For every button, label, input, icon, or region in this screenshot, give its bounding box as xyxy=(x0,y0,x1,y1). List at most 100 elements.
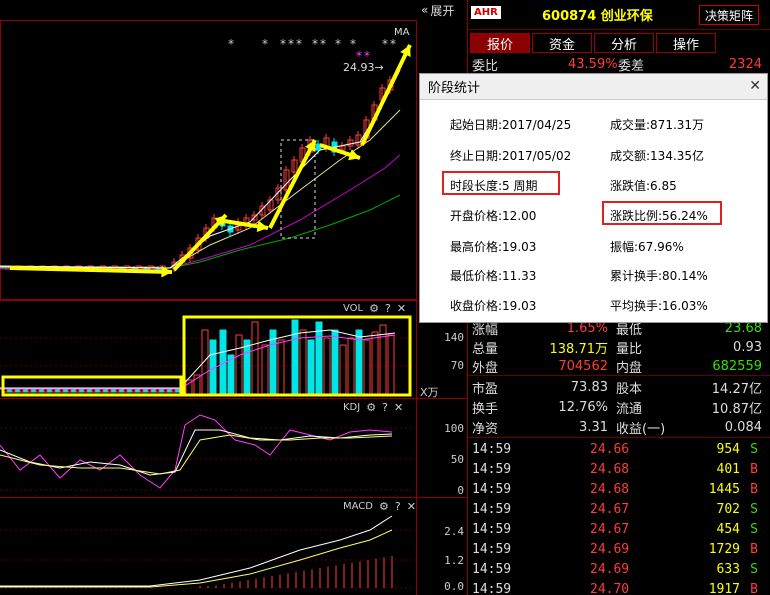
change-value: 涨跌值:6.85 xyxy=(610,179,677,193)
expand-label: 展开 xyxy=(430,3,455,18)
expand-toggle[interactable]: « 展开 xyxy=(421,1,467,19)
volume-bar xyxy=(251,321,259,395)
divider xyxy=(468,437,770,438)
trade-side: S xyxy=(750,442,758,457)
dialog-title: 阶段统计 xyxy=(420,74,767,100)
ma-line xyxy=(0,154,401,271)
highlight-box-period xyxy=(442,171,560,195)
quote-tabs: 报价 资金 分析 操作 xyxy=(470,33,716,53)
average-turnover-rate: 平均换手:16.03% xyxy=(610,299,708,313)
trade-time: 14:59 xyxy=(472,502,512,517)
signal-star: * xyxy=(288,37,294,51)
volume-bar xyxy=(235,334,243,395)
stat-row: 市盈 73.83 股本 14.27亿 xyxy=(470,377,768,397)
signal-star: * xyxy=(228,37,234,51)
stat-value: 0.93 xyxy=(733,339,762,355)
stat-label: 换手 xyxy=(472,401,499,417)
volume-bar xyxy=(243,339,251,395)
tab-trade[interactable]: 操作 xyxy=(656,33,716,53)
bid-diff-value: 2324 xyxy=(728,56,762,72)
trade-volume: 633 xyxy=(716,562,740,577)
macd-dif-line xyxy=(0,515,393,587)
signal-star: * xyxy=(390,37,396,51)
bid-ratio-label: 委比 xyxy=(472,58,499,74)
trade-price: 24.68 xyxy=(590,462,630,477)
trade-time: 14:59 xyxy=(472,582,512,595)
trade-time: 14:59 xyxy=(472,462,512,477)
vol-tick-1: 140 xyxy=(444,331,464,344)
close-icon[interactable]: ✕ xyxy=(749,78,761,94)
stat-label: 外盘 xyxy=(472,360,499,376)
trade-volume: 1917 xyxy=(708,582,740,595)
stat-label: 量比 xyxy=(616,341,643,357)
stat-label: 股本 xyxy=(616,381,643,397)
volume-bar xyxy=(201,329,209,395)
volume-bar xyxy=(331,329,339,395)
trade-side: S xyxy=(750,562,758,577)
signal-star: * xyxy=(296,37,302,51)
stat-value: 704562 xyxy=(558,358,608,374)
stat-value: 3.31 xyxy=(579,419,608,435)
volume-bar xyxy=(371,331,379,395)
decision-matrix-button[interactable]: 决策矩阵 xyxy=(699,5,759,25)
ma-label: MA xyxy=(394,27,410,38)
trade-price: 24.68 xyxy=(590,482,630,497)
market-badge: AHR xyxy=(471,6,501,19)
gear-icon[interactable]: ⚙ xyxy=(369,302,379,315)
trade-side: S xyxy=(750,522,758,537)
cumulative-turnover-rate: 累计换手:80.14% xyxy=(610,269,708,283)
kdj-j-line xyxy=(0,414,393,489)
trade-side: B xyxy=(750,582,758,595)
close-icon[interactable]: ✕ xyxy=(407,500,416,513)
help-icon[interactable]: ? xyxy=(382,401,388,414)
trade-volume: 954 xyxy=(716,442,740,457)
stat-label: 市盈 xyxy=(472,381,499,397)
kdj-tick-1: 100 xyxy=(444,422,464,435)
volume-bar xyxy=(387,334,395,395)
amplitude: 振幅:67.96% xyxy=(610,240,684,254)
stat-row: 总量 138.71万 量比 0.93 xyxy=(470,337,768,357)
vol-tick-2: 70 xyxy=(450,359,464,372)
stat-value: 682559 xyxy=(712,358,762,374)
gear-icon[interactable]: ⚙ xyxy=(366,401,376,414)
kdj-tick-3: 0 xyxy=(457,484,464,497)
volume-bar xyxy=(299,329,307,395)
macd-tick-3: 0.0 xyxy=(444,580,464,593)
volume-bar xyxy=(379,324,387,395)
gear-icon[interactable]: ⚙ xyxy=(379,500,389,513)
close-icon[interactable]: ✕ xyxy=(397,302,406,315)
stock-code-name: 600874 创业环保 xyxy=(542,9,653,24)
signal-star: * xyxy=(320,37,326,51)
tab-quote[interactable]: 报价 xyxy=(470,33,530,53)
signal-star: * xyxy=(262,37,268,51)
trade-price: 24.67 xyxy=(590,522,630,537)
kdj-k-line xyxy=(0,429,393,476)
trade-time: 14:59 xyxy=(472,542,512,557)
highlight-box-change-ratio xyxy=(602,201,722,225)
trade-row: 14:59 24.69 633 S xyxy=(470,560,768,580)
open-price: 开盘价格:12.00 xyxy=(450,209,537,223)
close-icon[interactable]: ✕ xyxy=(394,401,403,414)
ma-line xyxy=(0,194,401,271)
bid-diff-label: 委差 xyxy=(618,58,645,74)
help-icon[interactable]: ? xyxy=(395,500,401,513)
volume-bar xyxy=(261,344,269,395)
trade-side: B xyxy=(750,542,758,557)
trade-volume: 454 xyxy=(716,522,740,537)
stat-row: 换手 12.76% 流通 10.87亿 xyxy=(470,397,768,417)
tab-analysis[interactable]: 分析 xyxy=(594,33,654,53)
stat-value: 12.76% xyxy=(558,399,608,415)
tab-funds[interactable]: 资金 xyxy=(532,33,592,53)
signal-star: * xyxy=(335,37,341,51)
trade-time: 14:59 xyxy=(472,482,512,497)
period-stats-dialog: 阶段统计 ✕ 起始日期:2017/04/25 成交量:871.31万 终止日期:… xyxy=(419,73,768,323)
help-icon[interactable]: ? xyxy=(385,302,391,315)
macd-tick-2: 1.2 xyxy=(444,554,464,567)
trade-volume: 702 xyxy=(716,502,740,517)
trade-row: 14:59 24.67 702 S xyxy=(470,500,768,520)
trade-row: 14:59 24.68 401 B xyxy=(470,460,768,480)
volume-bar xyxy=(307,339,315,395)
end-date: 终止日期:2017/05/02 xyxy=(450,149,572,163)
volume-bar xyxy=(315,321,323,395)
stat-value: 73.83 xyxy=(570,379,608,395)
